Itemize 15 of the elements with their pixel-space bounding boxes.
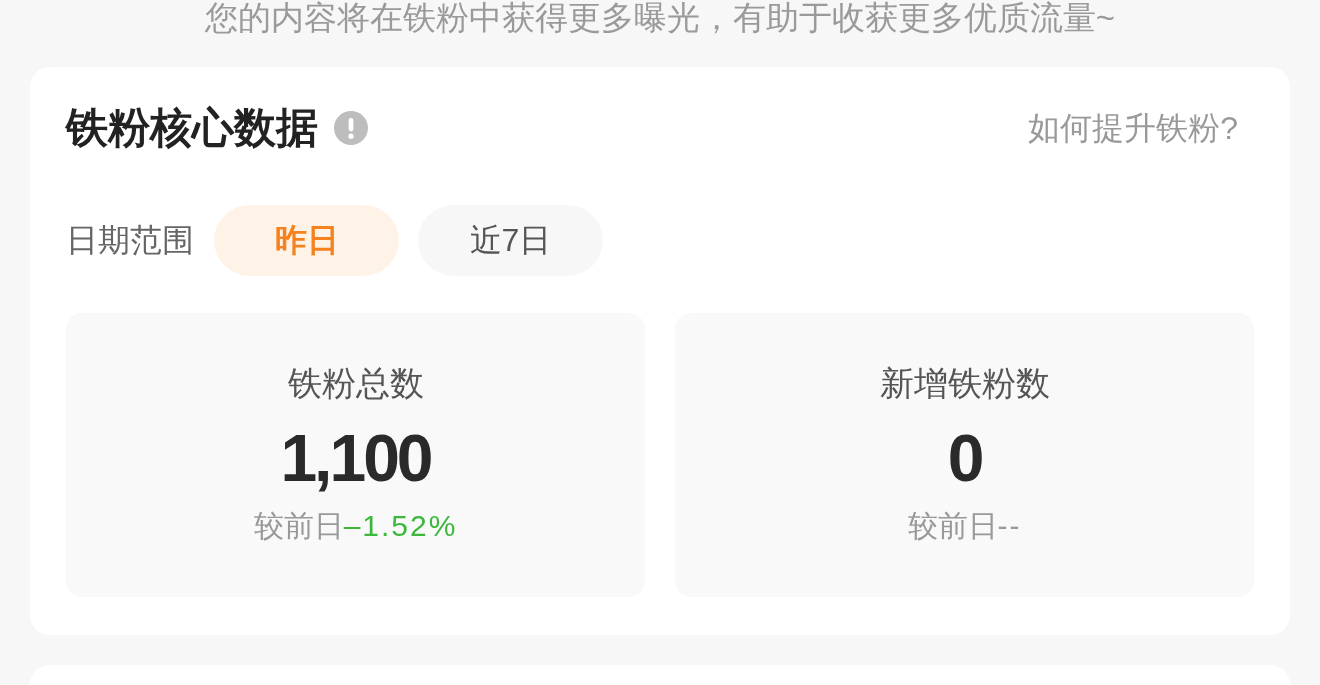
- stat-label: 铁粉总数: [287, 363, 424, 404]
- card-title: 铁粉核心数据: [66, 103, 318, 153]
- stat-label: 新增铁粉数: [879, 363, 1050, 404]
- date-range-tab[interactable]: 近7日: [418, 205, 603, 276]
- stat-value: 1,100: [280, 420, 431, 496]
- change-value: --: [997, 508, 1022, 544]
- info-icon[interactable]: [334, 111, 368, 145]
- help-link[interactable]: 如何提升铁粉?: [1028, 106, 1238, 150]
- comparison-label: 较前日: [907, 508, 998, 544]
- intro-text: 您的内容将在铁粉中获得更多曝光，有助于收获更多优质流量~: [204, 0, 1116, 36]
- stat-value: 0: [947, 420, 982, 496]
- date-range-label: 日期范围: [66, 220, 194, 260]
- change-value: –1.52%: [343, 508, 458, 544]
- comparison-label: 较前日: [253, 508, 344, 544]
- date-range-tab[interactable]: 昨日: [214, 205, 399, 276]
